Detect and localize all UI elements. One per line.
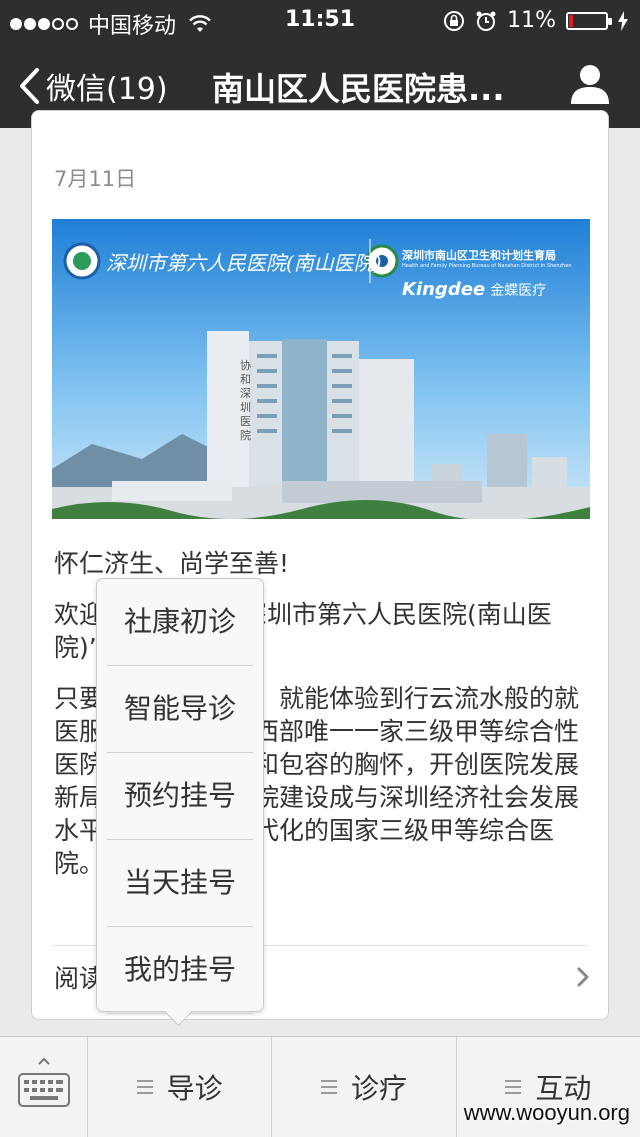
caret-up-icon (38, 1057, 50, 1065)
battery-percent: 11% (507, 8, 556, 33)
alarm-icon (476, 11, 496, 31)
page-title: 南山区人民医院患... (212, 70, 505, 108)
hospital-banner[interactable]: 深圳市第六人民医院(南山医院) 深圳市南山区卫生和计划生育局 Health an… (52, 219, 590, 519)
battery-icon (566, 11, 612, 30)
submenu-popup: 社康初诊 智能导诊 预约挂号 当天挂号 我的挂号 (96, 578, 264, 1026)
banner-bureau-name: 深圳市南山区卫生和计划生育局 (402, 249, 556, 262)
menu-tab-treatment[interactable]: 诊疗 (272, 1037, 457, 1137)
keyboard-toggle-button[interactable] (0, 1037, 88, 1137)
keyboard-icon (18, 1073, 70, 1107)
banner-partner: Kingdee 金蝶医疗 (402, 279, 546, 300)
submenu-item-same-day-registration[interactable]: 当天挂号 (107, 840, 253, 927)
battery-fill (569, 14, 573, 27)
menu-tab-guide[interactable]: 导诊 (88, 1037, 273, 1137)
chevron-left-icon (20, 68, 39, 104)
back-button[interactable]: 微信(19) (18, 64, 168, 108)
submenu-item-appointment[interactable]: 预约挂号 (107, 753, 253, 840)
banner-partner-latin: Kingdee (402, 279, 486, 300)
banner-bureau-en: Health and Family Planning Bureau of Nan… (402, 263, 572, 269)
rotation-lock-icon (444, 10, 465, 31)
menu-tab-label: 诊疗 (350, 1072, 407, 1105)
banner-hospital-name: 深圳市第六人民医院(南山医院) (106, 251, 382, 275)
menu-lines-icon (320, 1080, 337, 1094)
banner-partner-cn: 金蝶医疗 (490, 283, 547, 299)
status-bar: 中国移动 11:51 11% (0, 0, 640, 40)
chevron-right-icon[interactable] (576, 967, 590, 987)
banner-building-sign: 协和深圳医院 (240, 359, 251, 442)
submenu-item-community-first-visit[interactable]: 社康初诊 (107, 579, 253, 666)
menu-lines-icon (136, 1080, 153, 1094)
menu-lines-icon (505, 1080, 522, 1094)
back-label: 微信(19) (46, 72, 168, 107)
profile-icon[interactable] (568, 62, 612, 106)
charging-bolt-icon (618, 10, 628, 31)
menu-tab-label: 导诊 (166, 1072, 223, 1105)
article-date: 7月11日 (54, 167, 137, 191)
watermark: www.wooyun.org (463, 1100, 630, 1125)
article-paragraph: 怀仁济生、尚学至善! (54, 549, 290, 578)
submenu-item-smart-guide[interactable]: 智能导诊 (107, 666, 253, 753)
